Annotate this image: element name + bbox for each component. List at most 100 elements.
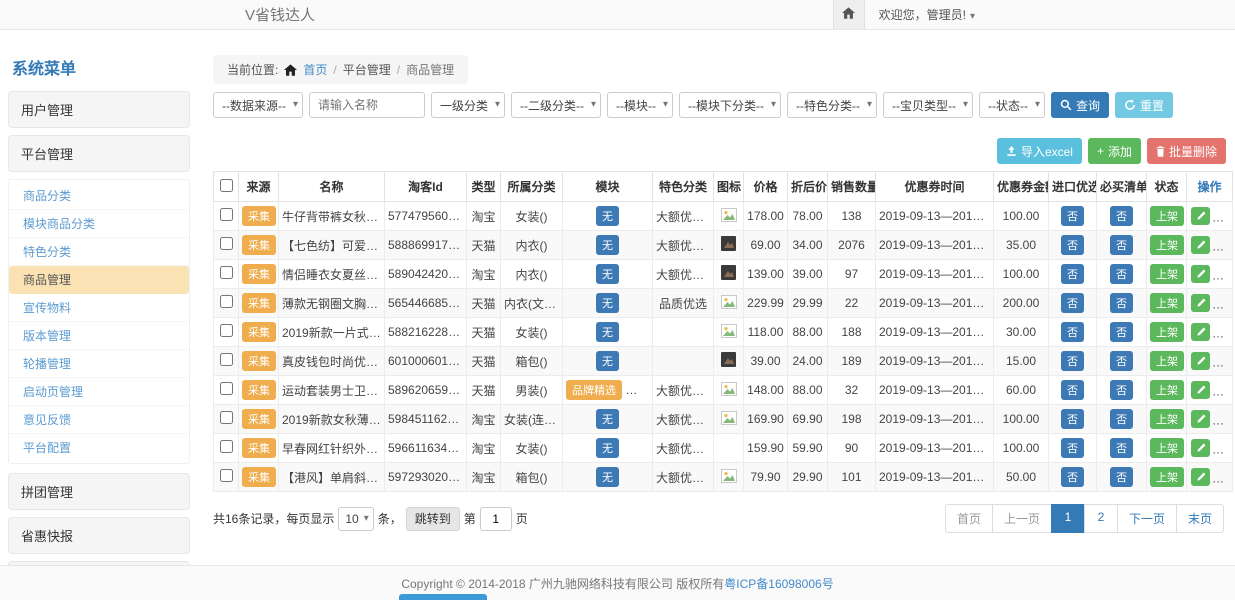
page-button[interactable]: 上一页 bbox=[992, 504, 1052, 533]
batch-delete-button[interactable]: 批量删除 bbox=[1147, 138, 1226, 164]
filter-select[interactable]: --宝贝类型--▾ bbox=[883, 92, 973, 118]
status-button[interactable]: 上架 bbox=[1150, 438, 1184, 458]
sidebar-group-item[interactable]: 平台管理 bbox=[8, 135, 190, 172]
module-badge[interactable]: 无 bbox=[596, 293, 619, 313]
status-button[interactable]: 上架 bbox=[1150, 206, 1184, 226]
status-button[interactable]: 上架 bbox=[1150, 322, 1184, 342]
status-button[interactable]: 上架 bbox=[1150, 409, 1184, 429]
imported-toggle-button[interactable]: 否 bbox=[1061, 235, 1084, 255]
sidebar-submenu-item[interactable]: 平台配置 bbox=[9, 434, 189, 461]
icp-link[interactable]: 粤ICP备16098006号 bbox=[724, 575, 833, 592]
sidebar-group-item[interactable]: 省惠快报 bbox=[8, 517, 190, 554]
must-buy-toggle-button[interactable]: 否 bbox=[1110, 438, 1133, 458]
search-button[interactable]: 查询 bbox=[1051, 92, 1109, 118]
row-checkbox[interactable] bbox=[220, 324, 233, 337]
row-checkbox[interactable] bbox=[220, 208, 233, 221]
breadcrumb-home-link[interactable]: 首页 bbox=[303, 61, 327, 78]
sidebar-submenu-item[interactable]: 特色分类 bbox=[9, 238, 189, 266]
edit-button[interactable] bbox=[1191, 294, 1210, 312]
reset-button[interactable]: 重置 bbox=[1115, 92, 1173, 118]
edit-button[interactable] bbox=[1191, 439, 1210, 457]
module-badge[interactable]: 无 bbox=[596, 322, 619, 342]
row-checkbox[interactable] bbox=[220, 440, 233, 453]
edit-button[interactable] bbox=[1191, 265, 1210, 283]
row-checkbox[interactable] bbox=[220, 295, 233, 308]
imported-toggle-button[interactable]: 否 bbox=[1061, 351, 1084, 371]
must-buy-toggle-button[interactable]: 否 bbox=[1110, 467, 1133, 487]
status-button[interactable]: 上架 bbox=[1150, 293, 1184, 313]
module-badge[interactable]: 无 bbox=[596, 438, 619, 458]
page-button[interactable]: 下一页 bbox=[1117, 504, 1177, 533]
status-button[interactable]: 上架 bbox=[1150, 351, 1184, 371]
home-button[interactable] bbox=[833, 0, 865, 29]
sidebar-submenu-item[interactable]: 模块商品分类 bbox=[9, 210, 189, 238]
filter-select[interactable]: 一级分类▾ bbox=[431, 92, 505, 118]
page-button[interactable]: 1 bbox=[1051, 504, 1085, 533]
sidebar-submenu-item[interactable]: 宣传物料 bbox=[9, 294, 189, 322]
imported-toggle-button[interactable]: 否 bbox=[1061, 409, 1084, 429]
data-source-select[interactable]: --数据来源-- ▾ bbox=[213, 92, 303, 118]
edit-button[interactable] bbox=[1191, 352, 1210, 370]
must-buy-toggle-button[interactable]: 否 bbox=[1110, 264, 1133, 284]
filter-select[interactable]: --二级分类--▾ bbox=[511, 92, 601, 118]
imported-toggle-button[interactable]: 否 bbox=[1061, 380, 1084, 400]
page-button[interactable]: 末页 bbox=[1176, 504, 1224, 533]
imported-toggle-button[interactable]: 否 bbox=[1061, 322, 1084, 342]
imported-toggle-button[interactable]: 否 bbox=[1061, 264, 1084, 284]
sidebar-group-item[interactable]: 用户管理 bbox=[8, 91, 190, 128]
status-button[interactable]: 上架 bbox=[1150, 264, 1184, 284]
module-badge[interactable]: 无 bbox=[596, 467, 619, 487]
add-button[interactable]: + 添加 bbox=[1088, 138, 1141, 164]
status-button[interactable]: 上架 bbox=[1150, 235, 1184, 255]
import-excel-button[interactable]: 导入excel bbox=[997, 138, 1082, 164]
imported-toggle-button[interactable]: 否 bbox=[1061, 293, 1084, 313]
page-button[interactable]: 首页 bbox=[945, 504, 993, 533]
row-checkbox[interactable] bbox=[220, 266, 233, 279]
module-badge[interactable]: 无 bbox=[596, 235, 619, 255]
sidebar-submenu-item[interactable]: 版本管理 bbox=[9, 322, 189, 350]
imported-toggle-button[interactable]: 否 bbox=[1061, 467, 1084, 487]
user-menu[interactable]: 欢迎您，管理员!▾ bbox=[879, 6, 975, 23]
imported-toggle-button[interactable]: 否 bbox=[1061, 438, 1084, 458]
row-checkbox[interactable] bbox=[220, 382, 233, 395]
filter-select[interactable]: --模块下分类--▾ bbox=[679, 92, 781, 118]
row-checkbox[interactable] bbox=[220, 353, 233, 366]
filter-select[interactable]: --特色分类--▾ bbox=[787, 92, 877, 118]
page-button[interactable]: 2 bbox=[1084, 504, 1118, 533]
module-badge[interactable]: 无 bbox=[596, 206, 619, 226]
row-checkbox[interactable] bbox=[220, 237, 233, 250]
page-size-select[interactable]: 10 ▾ bbox=[338, 507, 373, 531]
edit-button[interactable] bbox=[1191, 236, 1210, 254]
module-badge[interactable]: 无 bbox=[596, 351, 619, 371]
sidebar-submenu-item[interactable]: 轮播管理 bbox=[9, 350, 189, 378]
must-buy-toggle-button[interactable]: 否 bbox=[1110, 206, 1133, 226]
row-checkbox[interactable] bbox=[220, 411, 233, 424]
status-button[interactable]: 上架 bbox=[1150, 380, 1184, 400]
must-buy-toggle-button[interactable]: 否 bbox=[1110, 351, 1133, 371]
sidebar-submenu-item[interactable]: 启动页管理 bbox=[9, 378, 189, 406]
row-checkbox[interactable] bbox=[220, 469, 233, 482]
must-buy-toggle-button[interactable]: 否 bbox=[1110, 293, 1133, 313]
must-buy-toggle-button[interactable]: 否 bbox=[1110, 380, 1133, 400]
select-all-checkbox[interactable] bbox=[220, 179, 233, 192]
sidebar-submenu-item[interactable]: 商品分类 bbox=[9, 182, 189, 210]
edit-button[interactable] bbox=[1191, 207, 1210, 225]
must-buy-toggle-button[interactable]: 否 bbox=[1110, 409, 1133, 429]
edit-button[interactable] bbox=[1191, 381, 1210, 399]
edit-button[interactable] bbox=[1191, 468, 1210, 486]
sidebar-submenu-item[interactable]: 商品管理 bbox=[9, 266, 189, 294]
module-badge[interactable]: 无 bbox=[596, 409, 619, 429]
sidebar-submenu-item[interactable]: 意见反馈 bbox=[9, 406, 189, 434]
edit-button[interactable] bbox=[1191, 410, 1210, 428]
status-button[interactable]: 上架 bbox=[1150, 467, 1184, 487]
edit-button[interactable] bbox=[1191, 323, 1210, 341]
jump-to-button[interactable]: 跳转到 bbox=[406, 507, 460, 531]
filter-select[interactable]: --状态--▾ bbox=[979, 92, 1045, 118]
must-buy-toggle-button[interactable]: 否 bbox=[1110, 322, 1133, 342]
must-buy-toggle-button[interactable]: 否 bbox=[1110, 235, 1133, 255]
module-badge[interactable]: 无 bbox=[596, 264, 619, 284]
filter-select[interactable]: --模块--▾ bbox=[607, 92, 673, 118]
jump-page-input[interactable] bbox=[480, 507, 512, 531]
imported-toggle-button[interactable]: 否 bbox=[1061, 206, 1084, 226]
sidebar-group-item[interactable]: 拼团管理 bbox=[8, 473, 190, 510]
